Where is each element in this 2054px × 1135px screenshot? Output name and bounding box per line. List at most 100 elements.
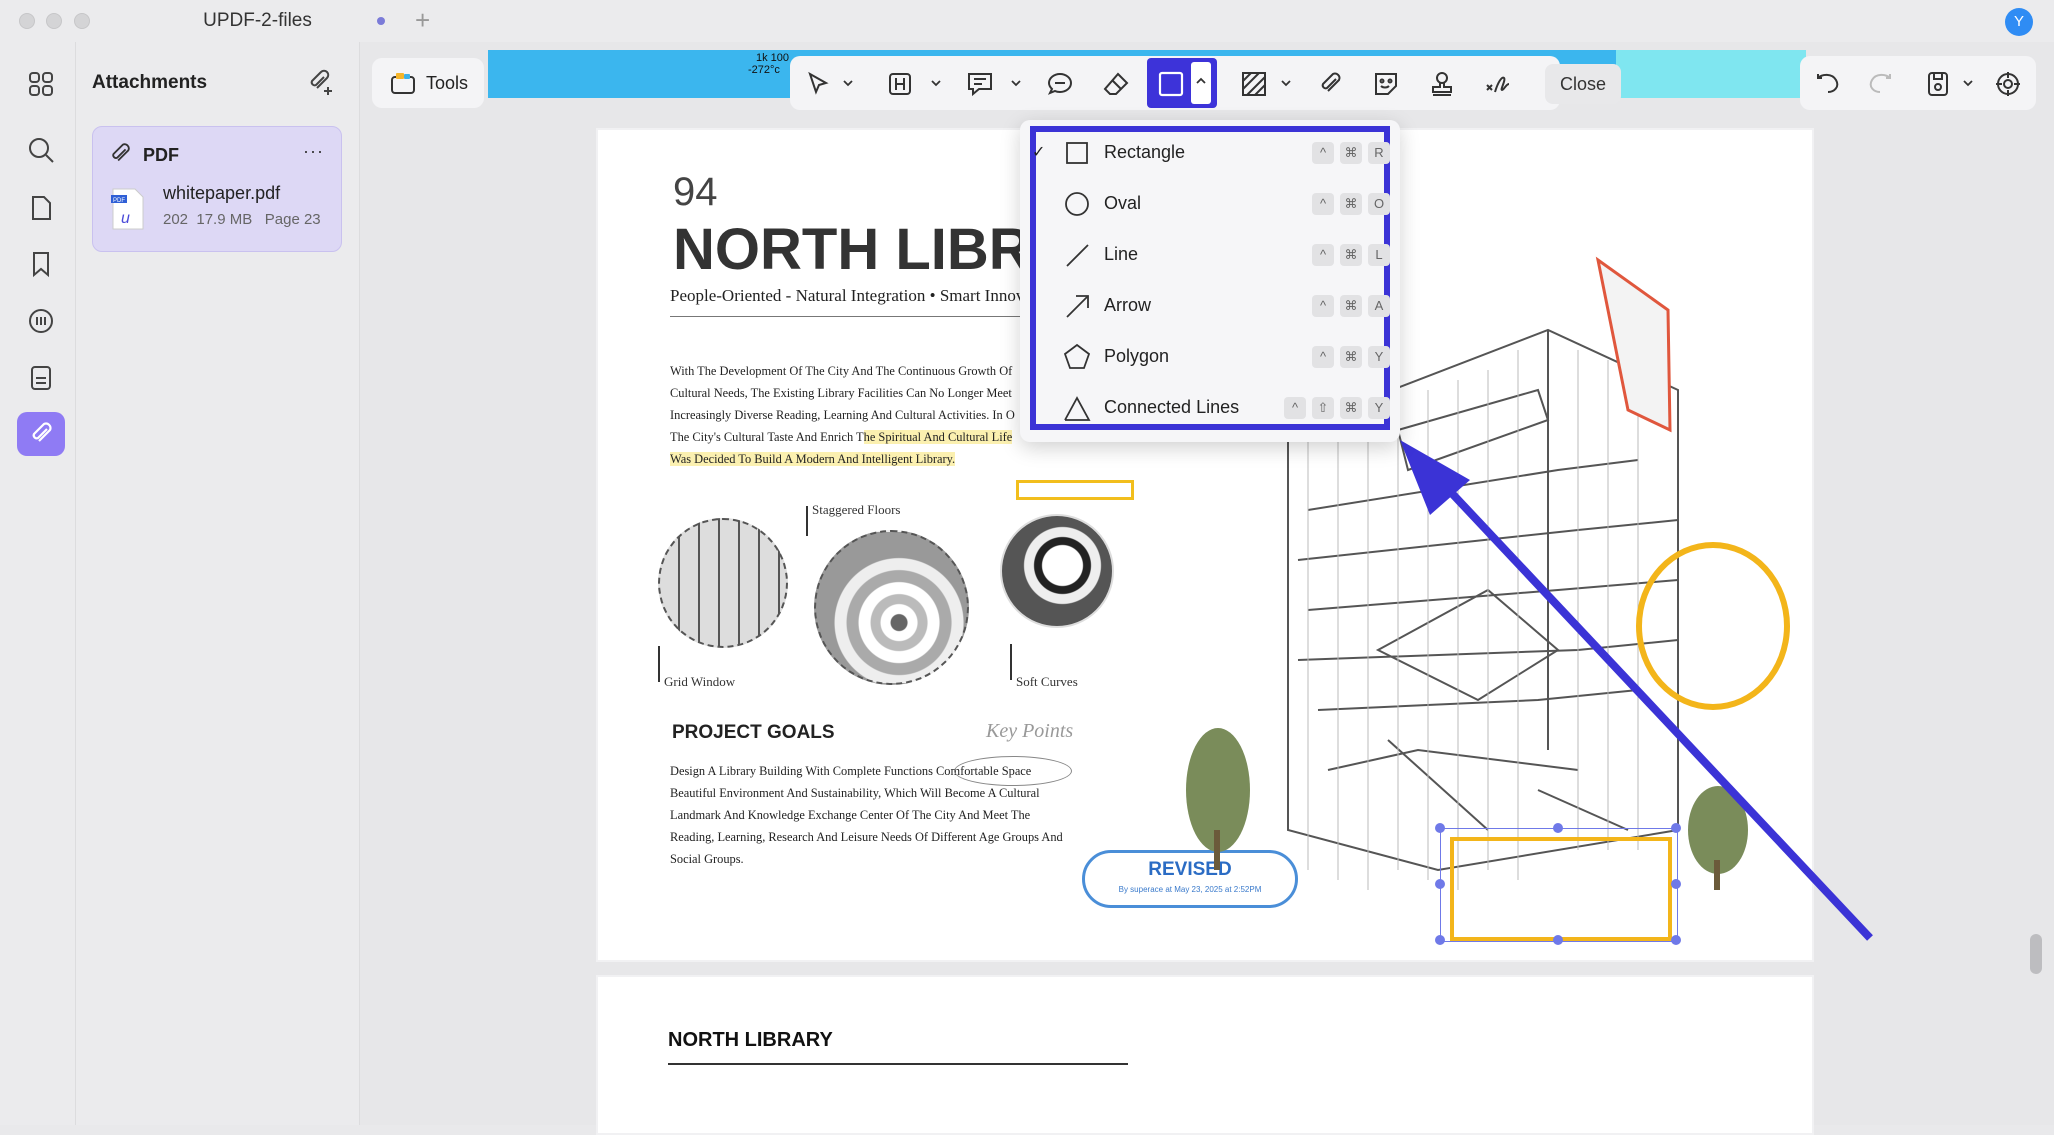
- attachment-date: 202: [163, 211, 189, 228]
- caption-staggered-floors: Staggered Floors: [812, 502, 901, 517]
- redo-icon[interactable]: [1862, 66, 1898, 102]
- subtitle-rule: [670, 316, 1050, 317]
- intro-paragraph: With The Development Of The City And The…: [670, 360, 1030, 470]
- page-icon[interactable]: [17, 186, 65, 230]
- shape-dropdown-toggle[interactable]: [1191, 62, 1211, 104]
- soft-curves-image: [1000, 514, 1114, 628]
- comment-bubble-icon[interactable]: [1042, 66, 1078, 102]
- staggered-floors-image: [814, 530, 969, 685]
- shape-dropdown-menu: ✓ Rectangle ^ ⌘ R Oval ^ ⌘ O Line ^ ⌘ L …: [1020, 120, 1400, 442]
- minimize-window-button[interactable]: [46, 13, 62, 29]
- shortcut-key: ⇧: [1312, 397, 1334, 419]
- shortcut-key: ⌘: [1340, 397, 1362, 419]
- shortcut-key: A: [1368, 295, 1390, 317]
- attachments-panel: Attachments PDF ··· PDF u whitepaper.pdf …: [76, 42, 360, 1125]
- chevron-down-icon[interactable]: [930, 78, 942, 88]
- menu-item-line[interactable]: Line ^ ⌘ L: [1032, 230, 1390, 281]
- arrow-icon: [1066, 295, 1089, 318]
- chevron-down-icon[interactable]: [1010, 78, 1022, 88]
- arrow-annotation[interactable]: [1400, 440, 1880, 960]
- page-2-rule: [668, 1063, 1128, 1065]
- oval-icon: [1065, 192, 1089, 216]
- polygon-icon: [1063, 343, 1091, 369]
- bookmark-icon[interactable]: [17, 242, 65, 286]
- menu-item-oval[interactable]: Oval ^ ⌘ O: [1032, 179, 1390, 230]
- menu-item-arrow[interactable]: Arrow ^ ⌘ A: [1032, 281, 1390, 332]
- search-icon[interactable]: [17, 128, 65, 172]
- shortcut-key: ⌘: [1340, 295, 1362, 317]
- attachment-group-label: PDF: [143, 145, 179, 165]
- attachment-card[interactable]: PDF ··· PDF u whitepaper.pdf 202 17.9 MB …: [92, 126, 342, 252]
- comment-icon[interactable]: [17, 300, 65, 344]
- more-options-icon[interactable]: ···: [303, 141, 324, 162]
- stamp-icon[interactable]: [1424, 66, 1460, 102]
- toolbox-icon: [391, 73, 415, 94]
- vertical-scrollbar[interactable]: [2030, 934, 2042, 974]
- zoom-window-button[interactable]: [74, 13, 90, 29]
- page-number-heading: 94: [673, 170, 718, 214]
- add-attachment-icon[interactable]: [304, 67, 336, 99]
- shortcut-key: Y: [1368, 346, 1390, 368]
- menu-item-label: Line: [1104, 244, 1139, 264]
- strip-text: 1k 100: [756, 52, 790, 64]
- highlighted-text[interactable]: he Spiritual And Cultural Life: [863, 430, 1013, 444]
- highlight-icon[interactable]: [882, 66, 918, 102]
- rectangle-shape-icon: [1158, 71, 1184, 97]
- highlighted-text-2[interactable]: Was Decided To Build A Modern And Intell…: [670, 452, 956, 466]
- history-toolbar: [1800, 56, 2036, 110]
- signature-icon[interactable]: [1480, 66, 1516, 102]
- oval-annotation[interactable]: [954, 756, 1072, 786]
- page-2-title: NORTH LIBRARY: [668, 1029, 833, 1051]
- select-pointer-icon[interactable]: [800, 66, 836, 102]
- menu-item-polygon[interactable]: Polygon ^ ⌘ Y: [1032, 332, 1390, 383]
- shape-tool-button[interactable]: [1147, 58, 1217, 108]
- key-points-annotation[interactable]: Key Points: [986, 720, 1073, 743]
- caption-pointer-line: [658, 646, 660, 682]
- new-tab-button[interactable]: +: [415, 6, 430, 34]
- shortcut-key: O: [1368, 193, 1390, 215]
- attach-file-icon[interactable]: [1312, 66, 1348, 102]
- tools-button[interactable]: Tools: [372, 58, 484, 108]
- thumbnails-grid-icon[interactable]: [17, 62, 65, 106]
- rectangle-icon: [1066, 142, 1088, 164]
- rectangle-annotation[interactable]: [1016, 480, 1134, 500]
- undo-icon[interactable]: [1810, 66, 1846, 102]
- chevron-down-icon[interactable]: [1280, 78, 1292, 88]
- chevron-up-icon: [1196, 77, 1206, 84]
- panel-title: Attachments: [92, 72, 208, 93]
- pdf-page-2: NORTH LIBRARY: [596, 975, 1814, 1135]
- avatar[interactable]: Y: [2005, 8, 2033, 36]
- menu-item-connected-lines[interactable]: Connected Lines ^ ⇧ ⌘ Y: [1032, 383, 1390, 434]
- shortcut-key: R: [1368, 142, 1390, 164]
- sticker-icon[interactable]: [1368, 66, 1404, 102]
- caption-grid-window: Grid Window: [664, 674, 736, 689]
- grid-window-image: [658, 518, 788, 648]
- pdf-file-icon: PDF u: [111, 187, 145, 231]
- page-subtitle: People-Oriented - Natural Integration • …: [670, 286, 1025, 305]
- save-icon[interactable]: [1920, 66, 1956, 102]
- area-hatch-icon[interactable]: [1236, 66, 1272, 102]
- shortcut-key: ^: [1312, 193, 1334, 215]
- menu-item-label: Arrow: [1104, 295, 1152, 315]
- menu-item-rectangle[interactable]: ✓ Rectangle ^ ⌘ R: [1032, 128, 1390, 179]
- document-tab[interactable]: UPDF-2-files: [150, 8, 365, 34]
- attachment-page: Page 23: [264, 211, 321, 228]
- menu-item-label: Rectangle: [1104, 142, 1186, 162]
- line-icon: [1066, 244, 1089, 267]
- shortcut-key: L: [1368, 244, 1390, 266]
- close-window-button[interactable]: [19, 13, 35, 29]
- project-goals-heading: PROJECT GOALS: [672, 722, 835, 743]
- ai-assistant-icon[interactable]: [1990, 66, 2026, 102]
- eraser-icon[interactable]: [1098, 66, 1134, 102]
- close-toolbar-button[interactable]: Close: [1545, 64, 1621, 104]
- attachment-file-name: whitepaper.pdf: [163, 183, 281, 203]
- note-icon[interactable]: [962, 66, 998, 102]
- chevron-down-icon[interactable]: [1962, 78, 1974, 88]
- shortcut-key: ^: [1312, 346, 1334, 368]
- chevron-down-icon[interactable]: [842, 78, 854, 88]
- unsaved-dot-icon: [377, 17, 385, 25]
- attachment-icon[interactable]: [17, 412, 65, 456]
- page-title: NORTH LIBRA: [673, 217, 1073, 282]
- page-header-strip-right: [1616, 50, 1806, 98]
- document-icon[interactable]: [17, 356, 65, 400]
